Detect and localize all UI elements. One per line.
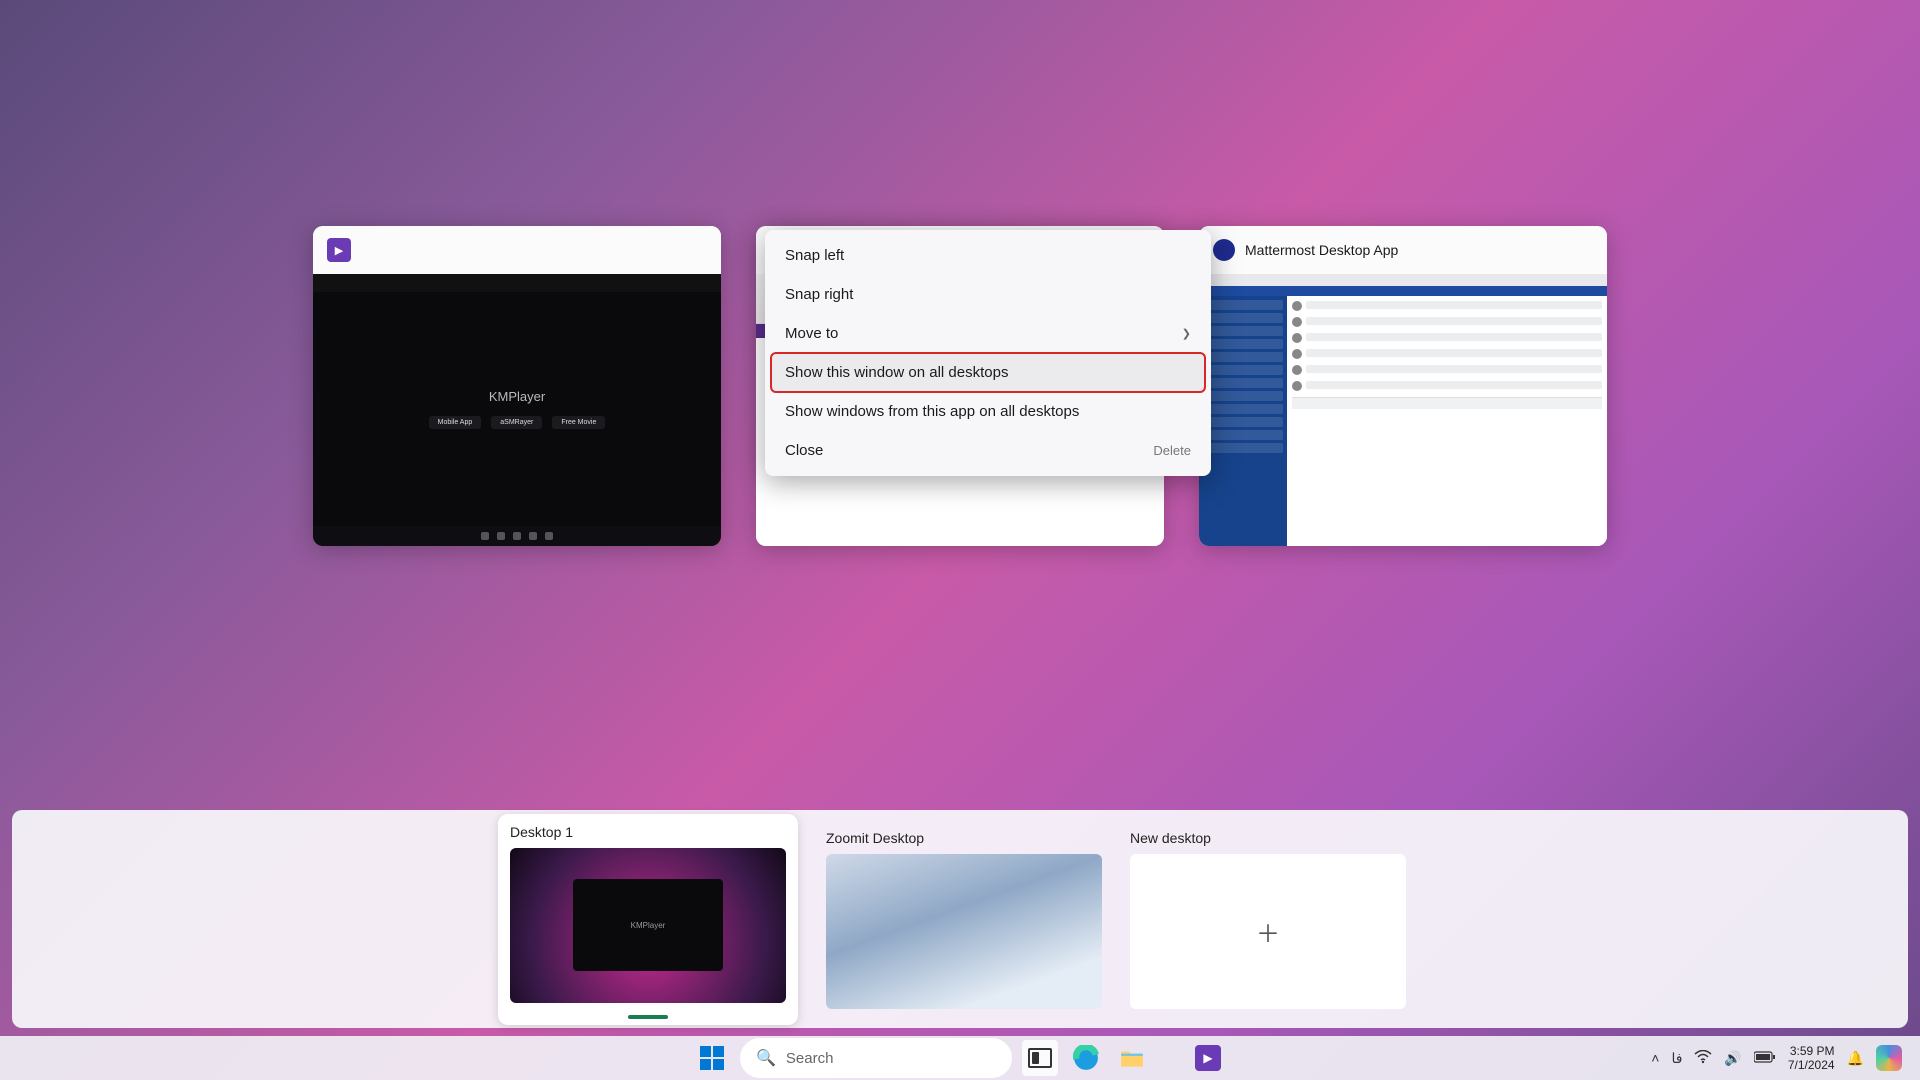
new-desktop[interactable]: New desktop ＋: [1130, 830, 1406, 1009]
start-button[interactable]: [694, 1040, 730, 1076]
mattermost-icon: [1213, 239, 1235, 261]
date: 7/1/2024: [1788, 1058, 1835, 1072]
volume-icon[interactable]: 🔊: [1724, 1050, 1741, 1067]
desktop-label: Zoomit Desktop: [826, 830, 1102, 846]
system-tray: ˄ فا 🔊 3:59 PM 7/1/2024 🔔: [1651, 1044, 1902, 1073]
window-thumb-mattermost[interactable]: Mattermost Desktop App: [1199, 226, 1607, 546]
search-icon: 🔍: [756, 1048, 776, 1068]
edge-icon: [1073, 1045, 1099, 1071]
copilot-icon[interactable]: [1876, 1045, 1902, 1071]
plus-icon: ＋: [1256, 914, 1280, 949]
ctx-show-app-all-desktops[interactable]: Show windows from this app on all deskto…: [771, 392, 1205, 431]
chevron-right-icon: ❯: [1182, 327, 1191, 340]
desktop-zoomit[interactable]: Zoomit Desktop: [826, 830, 1102, 1009]
window-thumb-kmplayer[interactable]: KMPlayer Mobile App aSMRayer Free Movie: [313, 226, 721, 546]
battery-icon[interactable]: [1754, 1050, 1776, 1066]
thumb-title: Mattermost Desktop App: [1245, 242, 1593, 258]
task-view-button[interactable]: [1022, 1040, 1058, 1076]
taskbar-search[interactable]: 🔍 Search: [740, 1038, 1012, 1078]
desktop-thumbnail: KMPlayer: [510, 848, 786, 1003]
mattermost-preview: [1199, 274, 1607, 546]
kmplayer-logo-text: KMPlayer: [489, 389, 545, 404]
ctx-snap-right[interactable]: Snap right: [771, 275, 1205, 314]
folder-icon: [1119, 1045, 1145, 1071]
new-desktop-button[interactable]: ＋: [1130, 854, 1406, 1009]
kmplayer-preview: KMPlayer Mobile App aSMRayer Free Movie: [313, 274, 721, 546]
windows-logo-icon: [700, 1046, 724, 1070]
wifi-icon[interactable]: [1694, 1050, 1712, 1067]
virtual-desktops-strip: Desktop 1 KMPlayer Zoomit Desktop New de…: [12, 810, 1908, 1028]
kmplayer-icon: [327, 238, 351, 262]
search-placeholder: Search: [786, 1050, 834, 1067]
thumb-header: [313, 226, 721, 274]
language-indicator[interactable]: فا: [1671, 1050, 1682, 1067]
desktop-label: New desktop: [1130, 830, 1406, 846]
kmp-pill: Free Movie: [552, 416, 605, 429]
context-menu: Snap left Snap right Move to❯ Show this …: [765, 230, 1211, 476]
tray-chevron-icon[interactable]: ˄: [1651, 1050, 1659, 1066]
taskbar: 🔍 Search ▶ ˄ فا 🔊 3:59 PM 7/1/2024 🔔: [0, 1036, 1920, 1080]
notifications-icon[interactable]: 🔔: [1847, 1050, 1864, 1067]
edge-taskbar-button[interactable]: [1068, 1040, 1104, 1076]
kmp-pill: Mobile App: [429, 416, 482, 429]
task-view-icon: [1028, 1048, 1052, 1068]
time: 3:59 PM: [1790, 1044, 1835, 1058]
kmp-pill: aSMRayer: [491, 416, 542, 429]
file-explorer-button[interactable]: [1114, 1040, 1150, 1076]
taskbar-center: 🔍 Search ▶: [694, 1038, 1226, 1078]
ctx-shortcut: Delete: [1153, 443, 1191, 458]
thumb-header: Mattermost Desktop App: [1199, 226, 1607, 274]
ctx-snap-left[interactable]: Snap left: [771, 236, 1205, 275]
kmplayer-icon: ▶: [1195, 1045, 1221, 1071]
ctx-move-to[interactable]: Move to❯: [771, 314, 1205, 353]
desktop-label: Desktop 1: [510, 824, 786, 840]
ctx-close[interactable]: CloseDelete: [771, 431, 1205, 470]
clock[interactable]: 3:59 PM 7/1/2024: [1788, 1044, 1835, 1073]
kmplayer-taskbar-button[interactable]: ▶: [1190, 1040, 1226, 1076]
taskbar-spacer: [1160, 1040, 1180, 1076]
desktop-thumbnail: [826, 854, 1102, 1009]
desktop-1[interactable]: Desktop 1 KMPlayer: [498, 814, 798, 1025]
ctx-show-window-all-desktops[interactable]: Show this window on all desktops: [771, 353, 1205, 392]
